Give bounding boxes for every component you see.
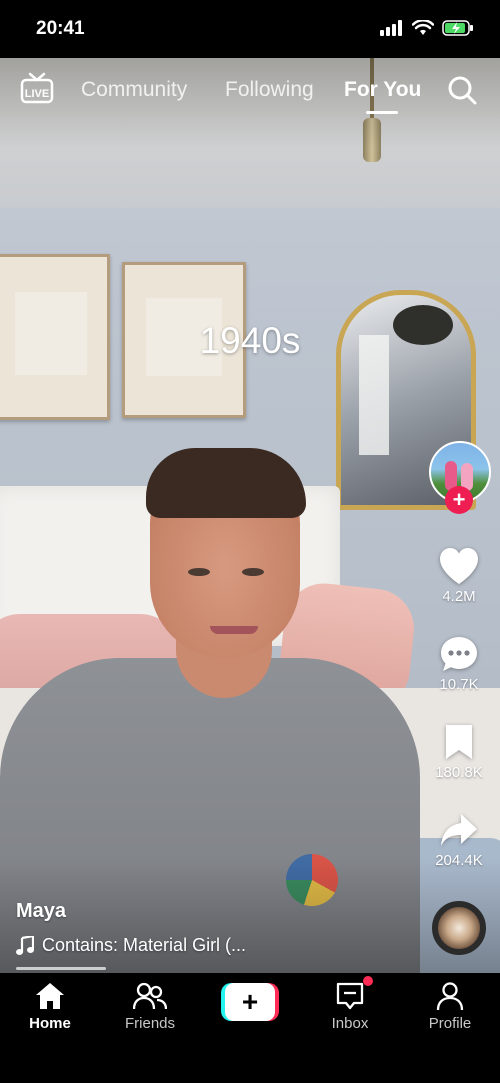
home-icon — [36, 983, 64, 1009]
share-button[interactable]: 204.4K — [424, 810, 494, 869]
sound-info[interactable]: Contains: Material Girl (... — [16, 935, 246, 956]
svg-text:LIVE: LIVE — [25, 88, 49, 100]
inbox-icon — [336, 982, 364, 1010]
author-name[interactable]: Maya — [16, 900, 66, 923]
tab-inbox[interactable]: Inbox — [300, 981, 400, 1032]
like-count: 4.2M — [442, 588, 476, 605]
heart-icon — [440, 548, 478, 584]
top-navigation: LIVE Community Following For You — [0, 58, 500, 118]
comment-count: 10.7K — [439, 676, 479, 693]
save-button[interactable]: 180.8K — [424, 722, 494, 781]
music-disc-icon[interactable] — [432, 901, 486, 955]
status-icons — [380, 20, 474, 36]
battery-charging-icon — [442, 20, 473, 36]
tab-home[interactable]: Home — [0, 981, 100, 1032]
tab-friends-label: Friends — [124, 1015, 176, 1032]
tab-for-you[interactable]: For You — [344, 78, 421, 102]
search-icon[interactable] — [446, 74, 478, 106]
comment-button[interactable]: 10.7K — [424, 634, 494, 693]
create-video-button[interactable]: + — [221, 983, 279, 1021]
share-count: 204.4K — [435, 852, 483, 869]
active-tab-indicator — [366, 111, 398, 114]
tab-home-label: Home — [29, 1015, 71, 1032]
video-overlay-text: 1940s — [199, 320, 301, 361]
status-bar: 20:41 — [0, 0, 500, 58]
sound-title: Contains: Material Girl (... — [42, 935, 247, 955]
like-button[interactable]: 4.2M — [424, 546, 494, 605]
inbox-notification-badge — [363, 976, 373, 986]
tab-profile-label: Profile — [428, 1015, 472, 1032]
save-count: 180.8K — [435, 764, 483, 781]
follow-plus-button[interactable]: + — [445, 486, 473, 514]
live-icon[interactable]: LIVE — [20, 72, 54, 104]
plus-icon: + — [225, 983, 275, 1021]
share-arrow-icon — [441, 814, 477, 846]
tab-profile[interactable]: Profile — [400, 981, 500, 1032]
bookmark-icon — [446, 725, 472, 759]
tiktok-feed-screen: 20:41 1940s LIVE Community Following For… — [0, 0, 500, 1083]
tab-friends[interactable]: Friends — [100, 981, 200, 1032]
comment-icon — [441, 637, 477, 671]
tab-inbox-label: Inbox — [331, 1015, 369, 1032]
friends-icon — [133, 982, 167, 1010]
status-time: 20:41 — [36, 18, 85, 39]
wifi-icon — [412, 20, 434, 35]
hair — [146, 448, 306, 518]
bottom-tab-bar: Home Friends + Inbox Profile — [0, 973, 500, 1083]
profile-icon — [436, 982, 464, 1011]
video-progress-bar[interactable] — [16, 967, 106, 970]
tab-community[interactable]: Community — [81, 78, 187, 102]
signal-icon — [380, 20, 402, 36]
music-note-icon — [16, 935, 34, 955]
tab-following[interactable]: Following — [225, 78, 314, 102]
